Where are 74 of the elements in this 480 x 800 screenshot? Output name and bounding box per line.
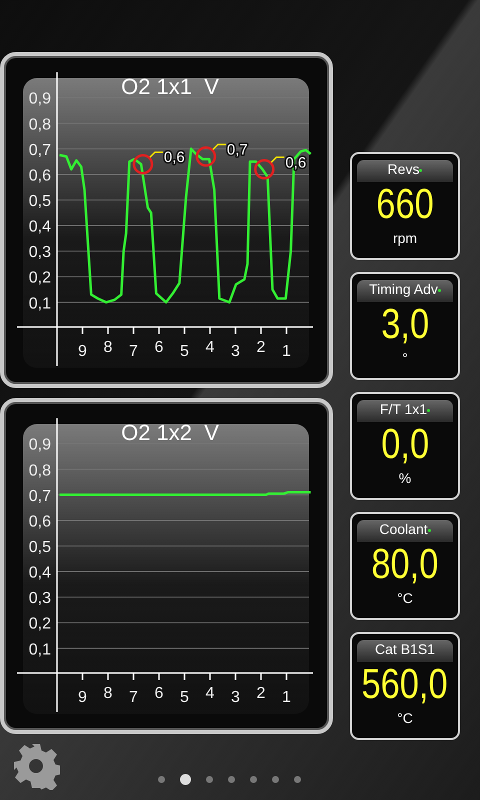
axis-label: 0,8	[28, 116, 51, 134]
axis-label: 0,3	[28, 590, 51, 608]
gauge-value: 3,0	[381, 302, 429, 346]
page-dot[interactable]	[250, 776, 257, 782]
axis-label: 0,8	[28, 462, 51, 480]
axis-label: 0,1	[28, 641, 51, 658]
page-dot[interactable]	[206, 776, 213, 782]
gauge-unit: °C	[397, 589, 413, 608]
axis-label: 7	[129, 343, 138, 360]
gauge-label: Timing Adv	[369, 280, 438, 298]
axis-label: 1	[282, 689, 291, 706]
data-label: 0,6	[164, 149, 185, 166]
chart-title: O2 1x2 V	[121, 420, 219, 445]
gauge-panel[interactable]: Cat B1S1 560,0 °C	[350, 632, 460, 740]
page-dot[interactable]	[158, 776, 165, 782]
page-dot[interactable]	[228, 776, 235, 782]
axis-label: 0,1	[28, 295, 51, 312]
axis-label: 8	[104, 339, 112, 356]
axis-label: 0,9	[28, 90, 51, 108]
gauge-unit: %	[398, 469, 412, 488]
axis-label: 0,3	[28, 244, 51, 262]
page-dot[interactable]	[294, 776, 301, 782]
axis-label: 3	[231, 689, 240, 706]
axis-label: 0,7	[28, 488, 51, 505]
gauge-panel[interactable]: Timing Adv 3,0 °	[350, 272, 460, 380]
marker-circle	[196, 146, 216, 167]
axis-label: 3	[231, 343, 240, 360]
gauge-label: Coolant	[379, 520, 428, 538]
leader-line	[270, 156, 284, 163]
gauge-unit: °	[402, 349, 408, 368]
leader-line	[212, 144, 226, 150]
axis-label: 0,6	[28, 513, 51, 530]
gauge-panel[interactable]: F/T 1x1 0,0 %	[350, 392, 460, 500]
data-label: 0,7	[226, 142, 248, 159]
marker-circle	[132, 154, 154, 174]
axis-label: 0,2	[28, 270, 51, 287]
chart-title: O2 1x1 V	[121, 74, 219, 99]
axis-label: 2	[256, 685, 266, 702]
axis-label: 0,4	[28, 564, 51, 582]
axis-label: 5	[180, 343, 189, 360]
axis-label: 0,4	[28, 218, 51, 236]
gauge-value: 560,0	[362, 662, 448, 706]
page-dot[interactable]	[272, 776, 279, 782]
gauge-value: 660	[376, 182, 434, 226]
gauge-panel[interactable]: Coolant 80,0 °C	[350, 512, 460, 620]
axis-label: 6	[154, 339, 164, 356]
axis-label: 4	[206, 339, 214, 356]
gauge-panel[interactable]: Revs 660 rpm	[350, 152, 460, 260]
axis-label: 9	[78, 343, 87, 360]
axis-label: 0,5	[28, 193, 51, 210]
axis-label: 0,5	[28, 539, 51, 556]
axis-label: 4	[206, 685, 214, 702]
page-dot[interactable]	[180, 774, 191, 784]
axis-label: 9	[78, 689, 87, 706]
axis-label: 1	[282, 343, 291, 360]
leader-line	[149, 151, 163, 158]
marker-circle	[254, 159, 275, 180]
axis-label: 2	[256, 339, 266, 356]
axis-label: 0,9	[28, 436, 51, 454]
settings-icon[interactable]	[12, 742, 60, 790]
gauge-label: Cat B1S1	[375, 640, 435, 658]
gauge-value: 0,0	[381, 422, 429, 466]
axis-label: 0,6	[28, 167, 51, 184]
axis-label: 5	[180, 689, 189, 706]
axis-label: 0,7	[28, 142, 51, 159]
gauge-value: 80,0	[371, 542, 439, 586]
gauge-label: Revs	[388, 160, 420, 178]
axis-label: 0,2	[28, 616, 51, 633]
gauge-unit: °C	[397, 709, 413, 728]
gauge-unit: rpm	[392, 229, 418, 248]
axis-label: 6	[154, 685, 164, 702]
gauge-label: F/T 1x1	[380, 400, 428, 418]
axis-label: 8	[104, 685, 112, 702]
axis-label: 7	[129, 689, 138, 706]
